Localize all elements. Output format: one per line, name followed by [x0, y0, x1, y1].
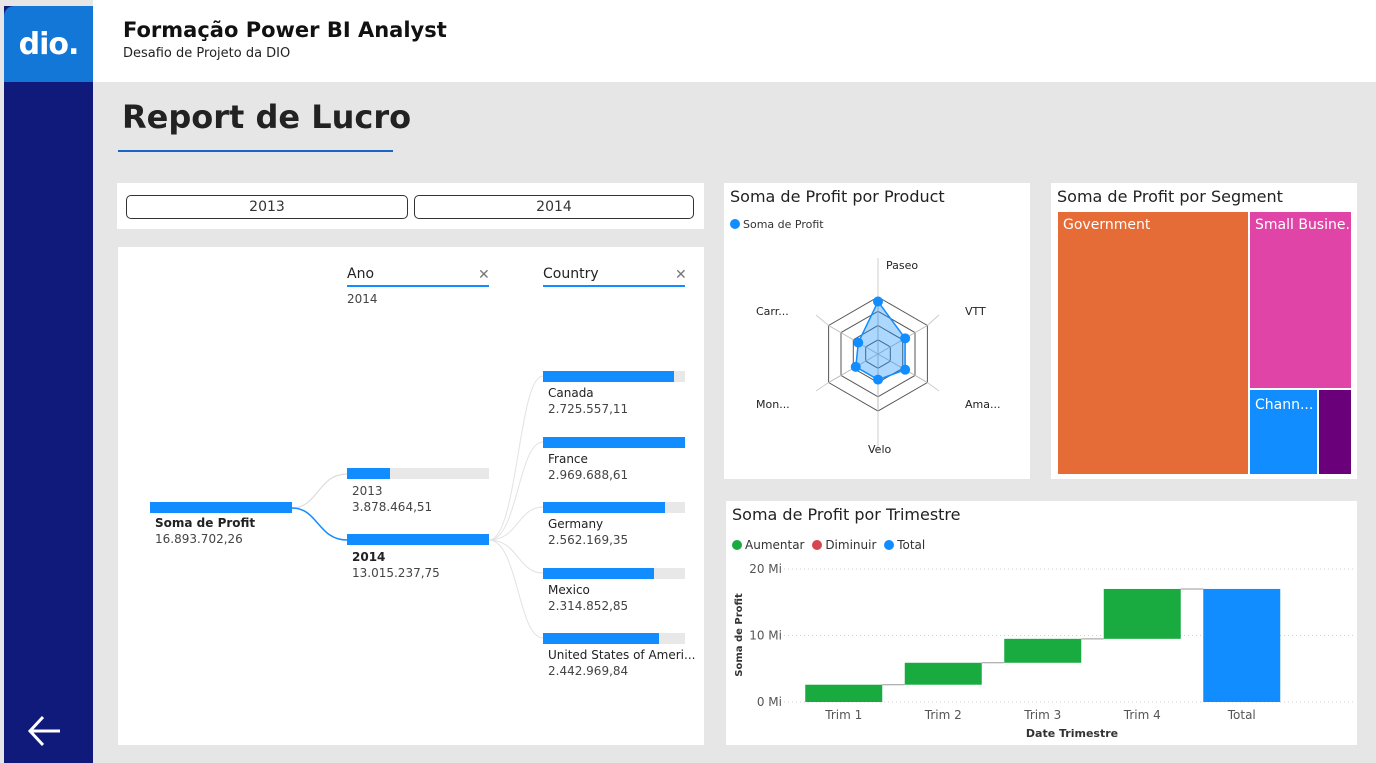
- radar-axis-label: Paseo: [886, 259, 918, 272]
- country-label: Germany: [548, 517, 604, 531]
- tile-label: Government: [1063, 217, 1151, 233]
- country-value: 2.725.557,11: [548, 402, 629, 416]
- waterfall-bar: [1004, 638, 1082, 663]
- radar-point: [900, 364, 911, 375]
- ano-label: 2014: [352, 550, 386, 564]
- radar-point: [873, 296, 883, 307]
- country-value: 2.562.169,35: [548, 533, 629, 547]
- treemap-tile-small-business[interactable]: Small Busine...: [1250, 212, 1351, 388]
- country-label: France: [548, 452, 588, 466]
- x-tick-label: Trim 4: [1123, 708, 1161, 722]
- country-header: Country: [543, 266, 599, 282]
- y-tick-label: 0 Mi: [757, 695, 782, 709]
- waterfall-panel: Soma de Profit por Trimestre Aumentar Di…: [726, 501, 1357, 745]
- page-title: Report de Lucro: [122, 98, 412, 136]
- root-label: Soma de Profit: [155, 516, 256, 530]
- radar-leader-line: [927, 382, 940, 392]
- country-value: 2.442.969,84: [548, 664, 629, 678]
- slicer-option-2013[interactable]: 2013: [126, 195, 408, 219]
- back-arrow-icon[interactable]: [26, 712, 64, 750]
- country-bar[interactable]: [543, 437, 685, 448]
- header: Formação Power BI Analyst Desafio de Pro…: [93, 0, 1376, 82]
- radar-point: [850, 361, 861, 372]
- title-underline: [118, 150, 393, 152]
- x-tick-label: Trim 2: [924, 708, 962, 722]
- radar-leader-line: [815, 382, 829, 392]
- tile-label: Chann...: [1255, 397, 1314, 413]
- x-tick-label: Trim 3: [1023, 708, 1061, 722]
- ano-filter: 2014: [347, 292, 378, 306]
- report-canvas: dio. Formação Power BI Analyst Desafio d…: [0, 0, 1376, 763]
- logo-text: dio.: [18, 26, 80, 62]
- country-value: 2.314.852,85: [548, 599, 629, 613]
- radar-axis-label: Velo: [868, 443, 891, 456]
- treemap-panel: Soma de Profit por Segment Government Sm…: [1051, 183, 1357, 479]
- ano-bar[interactable]: [347, 534, 489, 545]
- country-label: Mexico: [548, 583, 590, 597]
- close-icon[interactable]: ✕: [478, 267, 490, 283]
- sidebar: [4, 6, 93, 763]
- radar-point: [853, 337, 864, 348]
- treemap-tile-other[interactable]: [1319, 390, 1351, 474]
- radar-axis-label: Carr...: [756, 305, 789, 318]
- report-title: Formação Power BI Analyst: [123, 18, 447, 42]
- x-tick-label: Total: [1227, 708, 1256, 722]
- decomposition-tree: Ano ✕ 2014 Country ✕ Soma de Profit 16.8…: [118, 247, 704, 745]
- ano-bar[interactable]: [347, 468, 390, 479]
- ano-underline: [347, 285, 489, 287]
- country-underline: [543, 285, 685, 287]
- y-tick-label: 20 Mi: [749, 562, 782, 576]
- waterfall-bar: [805, 684, 883, 702]
- ano-header: Ano: [347, 266, 375, 282]
- radar-axis-label: Ama...: [965, 398, 1000, 411]
- slicer-option-2014[interactable]: 2014: [414, 195, 694, 219]
- report-subtitle: Desafio de Projeto da DIO: [123, 46, 291, 61]
- ano-value: 3.878.464,51: [352, 500, 433, 514]
- tile-label: Small Busine...: [1255, 217, 1351, 233]
- y-axis-label: Soma de Profit: [734, 593, 745, 677]
- waterfall-bar: [1103, 588, 1181, 639]
- y-tick-label: 10 Mi: [749, 629, 782, 643]
- country-value: 2.969.688,61: [548, 468, 629, 482]
- radar-point: [900, 333, 911, 344]
- x-tick-label: Trim 1: [824, 708, 862, 722]
- radar-area: [855, 300, 906, 381]
- treemap-tile-channel[interactable]: Chann...: [1250, 390, 1317, 474]
- waterfall-plot: 0 Mi 10 Mi 20 Mi Soma de Profit Date Trimest…: [734, 562, 1354, 740]
- ano-value: 13.015.237,75: [352, 566, 440, 580]
- country-bar[interactable]: [543, 371, 674, 382]
- radar-axis-label: Mon...: [756, 398, 790, 411]
- radar-leader-line: [927, 314, 940, 326]
- ano-label: 2013: [352, 484, 383, 498]
- country-bar[interactable]: [543, 633, 659, 644]
- root-bar[interactable]: [150, 502, 292, 513]
- radar-leader-line: [815, 314, 829, 326]
- country-label: Canada: [548, 386, 594, 400]
- radar-plot: Paseo VTT Ama... Velo Mon... Carr...: [756, 258, 1000, 456]
- waterfall-bar: [904, 662, 982, 685]
- radar-axis-label: VTT: [965, 305, 986, 318]
- treemap-title: Soma de Profit por Segment: [1057, 187, 1283, 206]
- close-icon[interactable]: ✕: [675, 267, 687, 283]
- country-bar[interactable]: [543, 502, 665, 513]
- country-label: United States of Ameri...: [548, 648, 696, 662]
- dio-logo: dio.: [4, 6, 93, 82]
- treemap-tile-government[interactable]: Government: [1058, 212, 1248, 474]
- radar-chart-panel: Soma de Profit por Product Soma de Profi…: [724, 183, 1030, 479]
- waterfall-total-bar: [1203, 588, 1281, 702]
- x-axis-label: Date Trimestre: [1026, 727, 1118, 740]
- root-value: 16.893.702,26: [155, 532, 243, 546]
- year-slicer: 2013 2014: [117, 183, 704, 229]
- radar-point: [873, 374, 883, 385]
- country-bar[interactable]: [543, 568, 654, 579]
